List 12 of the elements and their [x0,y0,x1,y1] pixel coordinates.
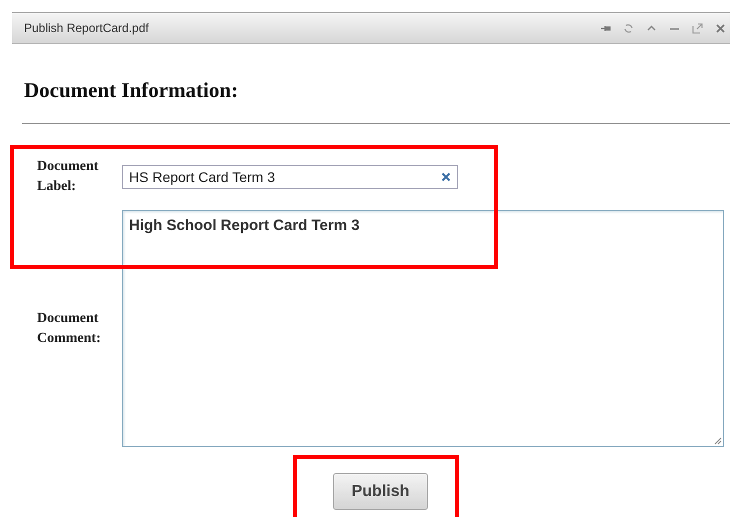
label-input-field[interactable]: HS Report Card Term 3 [122,165,458,189]
field-label: Document Comment: [37,310,102,348]
popout-icon[interactable] [692,22,703,34]
field-label: Document Label: [37,158,100,196]
window-title: Publish ReportCard.pdf [24,21,150,35]
close-icon[interactable] [715,22,726,34]
resize-grip-icon[interactable] [714,437,722,445]
clear-icon[interactable] [441,172,451,182]
section-heading: Document Information: [24,78,238,103]
publish-button[interactable]: Publish [333,473,428,510]
refresh-icon[interactable] [623,22,634,34]
comment-text-area[interactable]: High School Report Card Term 3 [122,210,724,447]
